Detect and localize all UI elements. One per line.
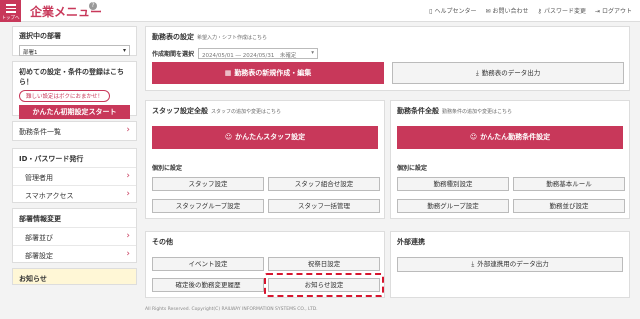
chevron-down-icon: ▾ xyxy=(311,50,315,56)
other-panel-title: その他 xyxy=(152,238,173,246)
period-selector: 作成期間を選択 2024/05/01 ― 2024/05/31 未確定 ▾ xyxy=(152,48,319,59)
logout-icon: ⇥ xyxy=(594,8,600,15)
chevron-right-icon: › xyxy=(126,231,130,241)
help-icon[interactable]: ? xyxy=(89,2,97,10)
sidebar-item-smartphone[interactable]: スマホアクセス › xyxy=(13,185,136,203)
export-shift-table-button[interactable]: ⤓ 勤務表のデータ出力 xyxy=(392,62,624,84)
contact-link[interactable]: ✉ お問い合わせ xyxy=(485,6,528,15)
dept-info-title: 部署情報変更 xyxy=(19,215,61,223)
work-basic-rules-button[interactable]: 勤務基本ルール xyxy=(513,177,625,191)
download-icon: ⤓ xyxy=(471,260,475,268)
event-settings-button[interactable]: イベント設定 xyxy=(152,257,264,271)
mail-icon: ✉ xyxy=(485,8,491,15)
conditions-panel: 勤務条件全般 勤務条件の追加や変更はこちら ☺ かんたん勤務条件設定 個別に設定 勤… xyxy=(390,100,630,219)
book-icon: ▯ xyxy=(429,8,433,15)
chevron-right-icon: › xyxy=(126,171,130,181)
staff-combo-settings-button[interactable]: スタッフ組合せ設定 xyxy=(268,177,380,191)
work-conditions-card: 勤務条件一覧 › xyxy=(12,121,137,141)
calendar-icon: ▦ xyxy=(224,69,232,77)
users-icon: ☺ xyxy=(469,133,478,141)
staff-panel-title: スタッフ設定全般 スタッフの追加や変更はこちら xyxy=(152,107,282,115)
id-card: ID・パスワード発行 管理者用 › スマホアクセス › xyxy=(12,148,137,203)
key-icon: ⚷ xyxy=(537,8,542,15)
highlight-frame xyxy=(264,273,384,297)
shift-panel: 勤務表の設定 希望入力・シフト作成はこちら 作成期間を選択 2024/05/01 … xyxy=(145,26,630,91)
notice-title: お知らせ xyxy=(19,275,47,283)
chevron-right-icon: › xyxy=(126,249,130,259)
chevron-down-icon: ▾ xyxy=(122,47,126,54)
first-setup-title: 初めての設定・条件の登録はこちら！ xyxy=(19,68,124,86)
header-links: ▯ ヘルプセンター ✉ お問い合わせ ⚷ パスワード変更 ⇥ ログアウト xyxy=(429,6,632,15)
sidebar-item-dept-order[interactable]: 部署並び › xyxy=(13,227,136,245)
work-order-settings-button[interactable]: 勤務並び設定 xyxy=(513,199,625,213)
dept-info-card: 部署情報変更 部署並び › 部署設定 › xyxy=(12,208,137,263)
notice-card[interactable]: お知らせ xyxy=(12,268,137,285)
easy-staff-setup-button[interactable]: ☺ かんたんスタッフ設定 xyxy=(152,126,378,149)
id-title: ID・パスワード発行 xyxy=(19,155,84,163)
easy-conditions-setup-button[interactable]: ☺ かんたん勤務条件設定 xyxy=(397,126,623,149)
logout-link[interactable]: ⇥ ログアウト xyxy=(595,6,632,15)
period-select[interactable]: 2024/05/01 ― 2024/05/31 未確定 ▾ xyxy=(198,48,319,59)
password-change-link[interactable]: ⚷ パスワード変更 xyxy=(538,6,586,15)
staff-individual-title: 個別に設定 xyxy=(152,165,183,172)
first-setup-pill: 難しい設定はボクにおまかせ！ xyxy=(19,90,111,102)
staff-group-settings-button[interactable]: スタッフグループ設定 xyxy=(152,199,264,213)
help-center-link[interactable]: ▯ ヘルプセンター xyxy=(429,6,476,15)
chevron-right-icon: › xyxy=(126,125,130,135)
menu-button[interactable]: トップへ xyxy=(0,0,21,22)
staff-panel: スタッフ設定全般 スタッフの追加や変更はこちら ☺ かんたんスタッフ設定 個別に設定… xyxy=(145,100,385,219)
sidebar-item-dept-settings[interactable]: 部署設定 › xyxy=(13,245,136,263)
users-icon: ☺ xyxy=(224,133,233,141)
hamburger-icon xyxy=(5,4,16,13)
work-type-settings-button[interactable]: 勤務種別設定 xyxy=(397,177,509,191)
chevron-right-icon: › xyxy=(126,189,130,199)
footer-copyright: All Rights Reserved. Copyright(C) RAILWA… xyxy=(145,307,318,312)
initial-setup-button[interactable]: かんたん初期設定スタート xyxy=(19,105,130,119)
conditions-individual-title: 個別に設定 xyxy=(397,165,428,172)
holiday-settings-button[interactable]: 祝祭日設定 xyxy=(268,257,380,271)
dept-title: 選択中の部署 xyxy=(19,32,61,40)
staff-settings-button[interactable]: スタッフ設定 xyxy=(152,177,264,191)
staff-bulk-manage-button[interactable]: スタッフ一括管理 xyxy=(268,199,380,213)
dept-card: 選択中の部署 部署1 ▾ xyxy=(12,26,137,56)
dept-select[interactable]: 部署1 ▾ xyxy=(19,45,130,56)
download-icon: ⤓ xyxy=(475,69,479,77)
menu-label: トップへ xyxy=(1,15,20,21)
sidebar-item-work-conditions[interactable]: 勤務条件一覧 › xyxy=(13,122,136,140)
external-panel: 外部連携 ⤓ 外部連携用のデータ出力 xyxy=(390,231,630,298)
new-shift-table-button[interactable]: ▦ 勤務表の新規作成・編集 xyxy=(152,62,384,84)
other-panel: その他 イベント設定 祝祭日設定 確定後の勤務変更履歴 お知らせ設定 xyxy=(145,231,385,298)
first-setup-card: 初めての設定・条件の登録はこちら！ 難しい設定はボクにおまかせ！ かんたん初期設… xyxy=(12,61,137,119)
change-history-button[interactable]: 確定後の勤務変更履歴 xyxy=(152,278,264,292)
conditions-panel-title: 勤務条件全般 勤務条件の追加や変更はこちら xyxy=(397,107,513,115)
external-export-button[interactable]: ⤓ 外部連携用のデータ出力 xyxy=(397,257,623,272)
work-group-settings-button[interactable]: 勤務グループ設定 xyxy=(397,199,509,213)
sidebar-item-admin[interactable]: 管理者用 › xyxy=(13,167,136,185)
app-header: トップへ 企業メニュー ? ▯ ヘルプセンター ✉ お問い合わせ ⚷ パスワード変更 … xyxy=(0,0,640,22)
external-panel-title: 外部連携 xyxy=(397,238,425,246)
shift-panel-title: 勤務表の設定 希望入力・シフト作成はこちら xyxy=(152,33,268,41)
